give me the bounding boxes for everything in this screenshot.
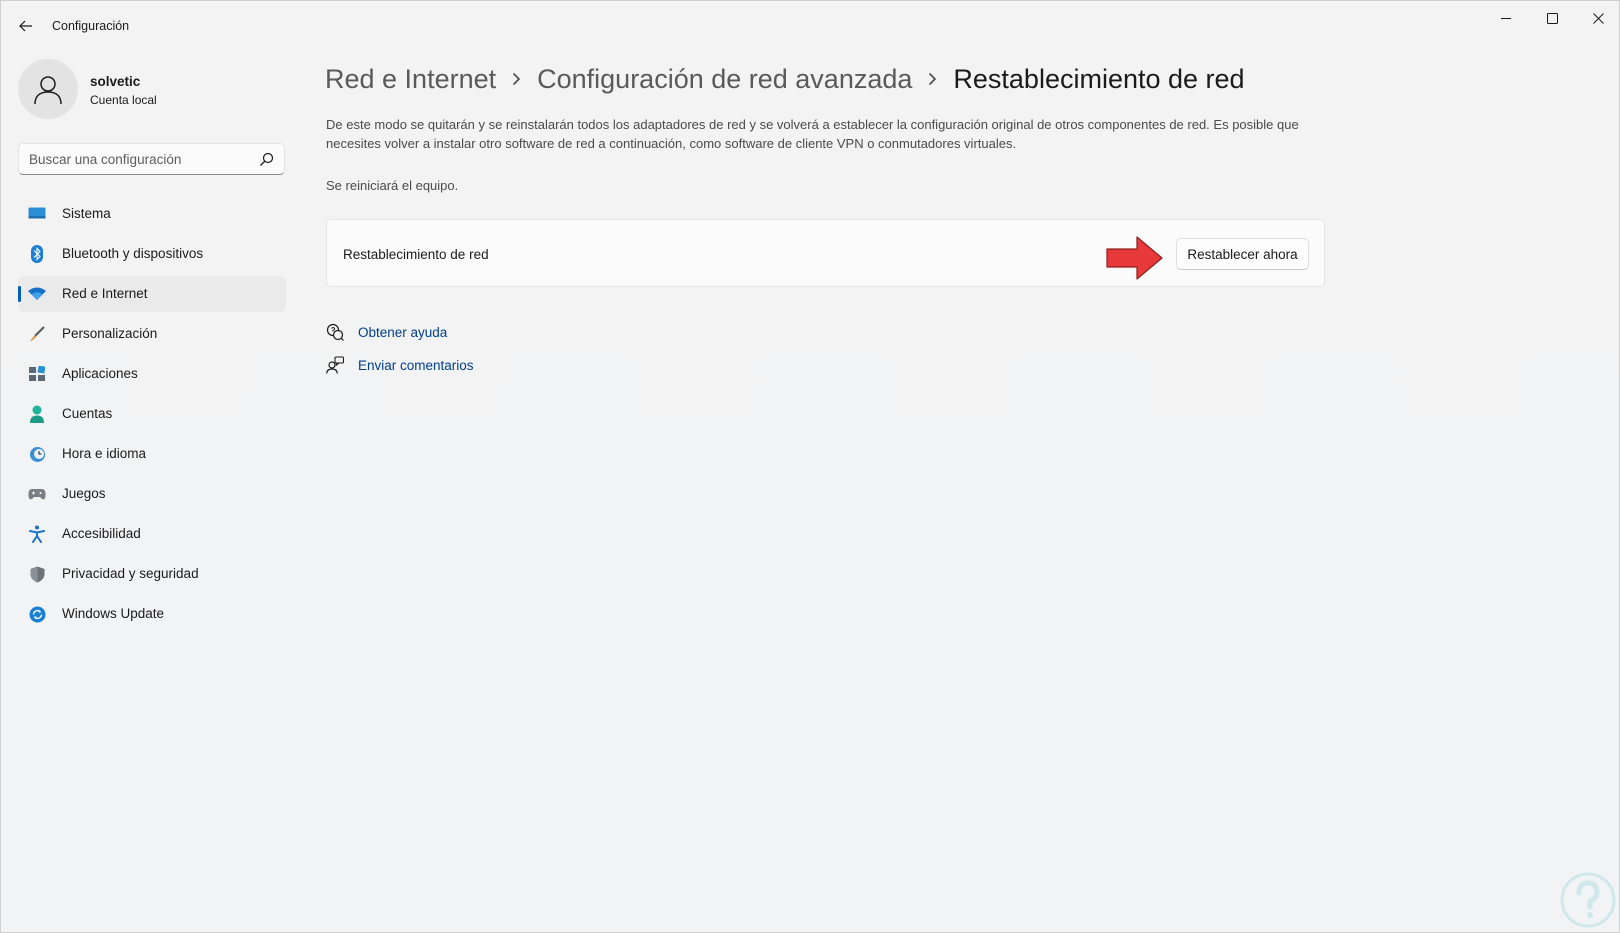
accessibility-icon	[28, 525, 46, 543]
user-profile[interactable]: solvetic Cuenta local	[18, 59, 288, 119]
page-description: De este modo se quitarán y se reinstalar…	[326, 117, 1299, 151]
help-chat-icon	[326, 323, 344, 341]
sidebar-item-sistema[interactable]: Sistema	[18, 196, 286, 232]
sidebar-item-label: Bluetooth y dispositivos	[62, 246, 204, 261]
sidebar-item-label: Windows Update	[62, 606, 165, 621]
breadcrumb-item-configuracion-avanzada[interactable]: Configuración de red avanzada	[537, 64, 912, 95]
sidebar-item-accesibilidad[interactable]: Accesibilidad	[18, 516, 286, 552]
get-help-link[interactable]: Obtener ayuda	[326, 321, 447, 343]
sidebar-item-cuentas[interactable]: Cuentas	[18, 396, 286, 432]
avatar	[18, 59, 78, 119]
breadcrumb-item-red-e-internet[interactable]: Red e Internet	[325, 64, 496, 95]
network-reset-card: Restablecimiento de red Restablecer ahor…	[326, 219, 1325, 287]
update-icon	[28, 605, 46, 623]
minimize-icon	[1500, 17, 1511, 19]
monitor-icon	[28, 205, 46, 223]
chevron-right-icon	[512, 72, 521, 86]
sidebar-item-label: Cuentas	[62, 406, 113, 421]
help-watermark-icon	[1560, 872, 1616, 928]
person-icon	[28, 405, 46, 423]
sidebar-item-label: Personalización	[62, 326, 158, 341]
settings-window: Configuración solvetic Cuenta local Busc…	[0, 0, 1620, 933]
red-arrow-icon	[1106, 236, 1163, 280]
sidebar-item-personalizacion[interactable]: Personalización	[18, 316, 286, 352]
sidebar-item-hora-e-idioma[interactable]: Hora e idioma	[18, 436, 286, 472]
sidebar-item-bluetooth[interactable]: Bluetooth y dispositivos	[18, 236, 286, 272]
sidebar-item-label: Juegos	[62, 486, 106, 501]
breadcrumb: Red e Internet Configuración de red avan…	[325, 59, 1245, 99]
card-label: Restablecimiento de red	[343, 247, 489, 262]
account-type: Cuenta local	[90, 93, 157, 107]
sidebar-item-privacidad[interactable]: Privacidad y seguridad	[18, 556, 286, 592]
wifi-icon	[28, 285, 46, 303]
sidebar-item-label: Hora e idioma	[62, 446, 147, 461]
sidebar-item-juegos[interactable]: Juegos	[18, 476, 286, 512]
sidebar-item-label: Red e Internet	[62, 286, 148, 301]
sidebar-item-windows-update[interactable]: Windows Update	[18, 596, 286, 632]
maximize-icon	[1546, 12, 1558, 24]
search-input[interactable]	[29, 144, 249, 174]
sidebar-item-label: Privacidad y seguridad	[62, 566, 199, 581]
app-title: Configuración	[52, 19, 130, 33]
user-name: solvetic	[90, 74, 141, 89]
title-bar: Configuración	[1, 1, 1619, 49]
brush-icon	[28, 325, 46, 343]
page-title: Restablecimiento de red	[953, 63, 1245, 94]
sidebar-item-aplicaciones[interactable]: Aplicaciones	[18, 356, 286, 392]
gamepad-icon	[28, 485, 46, 503]
search-box	[18, 143, 285, 175]
restart-note: Se reiniciará el equipo.	[326, 178, 459, 193]
back-button[interactable]	[13, 13, 39, 39]
bluetooth-icon	[28, 245, 46, 263]
chevron-right-icon	[928, 72, 937, 86]
clock-globe-icon	[28, 445, 46, 463]
sidebar-nav: Sistema Bluetooth y dispositivos Red e I…	[18, 196, 286, 636]
sidebar-item-red-e-internet[interactable]: Red e Internet	[18, 276, 286, 312]
get-help-label: Obtener ayuda	[358, 324, 448, 340]
feedback-icon	[326, 356, 344, 374]
send-feedback-label: Enviar comentarios	[358, 357, 474, 373]
sidebar-item-label: Accesibilidad	[62, 526, 141, 541]
close-button[interactable]	[1575, 1, 1620, 35]
person-avatar-icon	[34, 76, 62, 105]
apps-icon	[28, 365, 46, 383]
close-icon	[1592, 12, 1604, 24]
reset-now-button[interactable]: Restablecer ahora	[1176, 238, 1309, 270]
sidebar-item-label: Aplicaciones	[62, 366, 138, 381]
shield-icon	[28, 565, 46, 583]
back-arrow-icon	[19, 20, 32, 32]
search-icon[interactable]	[259, 152, 274, 167]
sidebar-item-label: Sistema	[62, 206, 111, 221]
maximize-button[interactable]	[1529, 1, 1575, 35]
minimize-button[interactable]	[1483, 1, 1529, 35]
send-feedback-link[interactable]: Enviar comentarios	[326, 354, 474, 376]
